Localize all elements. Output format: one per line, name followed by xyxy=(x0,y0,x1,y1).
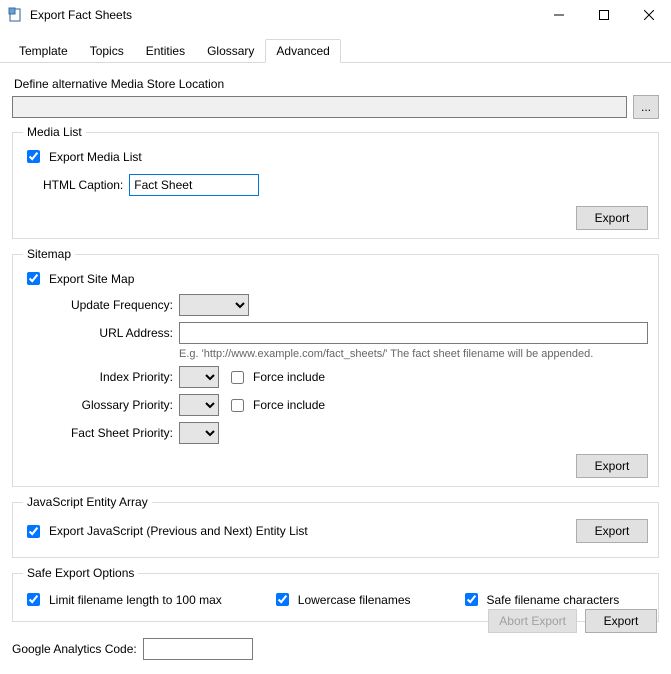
tab-template[interactable]: Template xyxy=(8,39,79,63)
media-list-group: Media List Export Media List HTML Captio… xyxy=(12,125,659,239)
media-store-label: Define alternative Media Store Location xyxy=(14,77,659,91)
glossary-force-include-checkbox[interactable]: Force include xyxy=(227,396,325,415)
maximize-button[interactable] xyxy=(581,0,626,30)
export-button[interactable]: Export xyxy=(585,609,657,633)
export-media-list-checkbox[interactable]: Export Media List xyxy=(23,147,648,166)
close-button[interactable] xyxy=(626,0,671,30)
factsheet-priority-select[interactable] xyxy=(179,422,219,444)
tab-topics[interactable]: Topics xyxy=(79,39,135,63)
media-list-export-button[interactable]: Export xyxy=(576,206,648,230)
url-address-label: URL Address: xyxy=(23,326,173,340)
tab-entities[interactable]: Entities xyxy=(135,39,196,63)
sitemap-group: Sitemap Export Site Map Update Frequency… xyxy=(12,247,659,487)
glossary-priority-label: Glossary Priority: xyxy=(23,398,173,412)
abort-export-button[interactable]: Abort Export xyxy=(488,609,577,633)
export-js-array-checkbox[interactable]: Export JavaScript (Previous and Next) En… xyxy=(23,522,308,541)
browse-button[interactable]: ... xyxy=(633,95,659,119)
analytics-input[interactable] xyxy=(143,638,253,660)
minimize-button[interactable] xyxy=(536,0,581,30)
index-priority-select[interactable] xyxy=(179,366,219,388)
sitemap-legend: Sitemap xyxy=(23,247,75,261)
url-address-input[interactable] xyxy=(179,322,648,344)
limit-filename-checkbox[interactable]: Limit filename length to 100 max xyxy=(23,590,222,609)
window-title: Export Fact Sheets xyxy=(30,8,536,22)
sitemap-export-button[interactable]: Export xyxy=(576,454,648,478)
url-hint: E.g. 'http://www.example.com/fact_sheets… xyxy=(179,348,593,360)
html-caption-label: HTML Caption: xyxy=(43,178,123,192)
update-frequency-label: Update Frequency: xyxy=(23,298,173,312)
glossary-priority-select[interactable] xyxy=(179,394,219,416)
app-icon xyxy=(8,7,24,23)
safe-export-legend: Safe Export Options xyxy=(23,566,138,580)
js-array-legend: JavaScript Entity Array xyxy=(23,495,152,509)
js-array-group: JavaScript Entity Array Export JavaScrip… xyxy=(12,495,659,558)
export-sitemap-checkbox[interactable]: Export Site Map xyxy=(23,269,648,288)
analytics-label: Google Analytics Code: xyxy=(12,642,137,656)
tab-strip: Template Topics Entities Glossary Advanc… xyxy=(0,30,671,63)
safe-characters-checkbox[interactable]: Safe filename characters xyxy=(461,590,620,609)
tab-advanced[interactable]: Advanced xyxy=(265,39,340,63)
media-list-legend: Media List xyxy=(23,125,86,139)
index-force-include-checkbox[interactable]: Force include xyxy=(227,368,325,387)
update-frequency-select[interactable] xyxy=(179,294,249,316)
html-caption-input[interactable] xyxy=(129,174,259,196)
lowercase-filenames-checkbox[interactable]: Lowercase filenames xyxy=(272,590,411,609)
js-array-export-button[interactable]: Export xyxy=(576,519,648,543)
media-store-input[interactable] xyxy=(12,96,627,118)
tab-content: Define alternative Media Store Location … xyxy=(0,63,671,674)
titlebar: Export Fact Sheets xyxy=(0,0,671,30)
tab-glossary[interactable]: Glossary xyxy=(196,39,265,63)
index-priority-label: Index Priority: xyxy=(23,370,173,384)
dialog-footer: Abort Export Export xyxy=(488,609,657,633)
factsheet-priority-label: Fact Sheet Priority: xyxy=(23,426,173,440)
